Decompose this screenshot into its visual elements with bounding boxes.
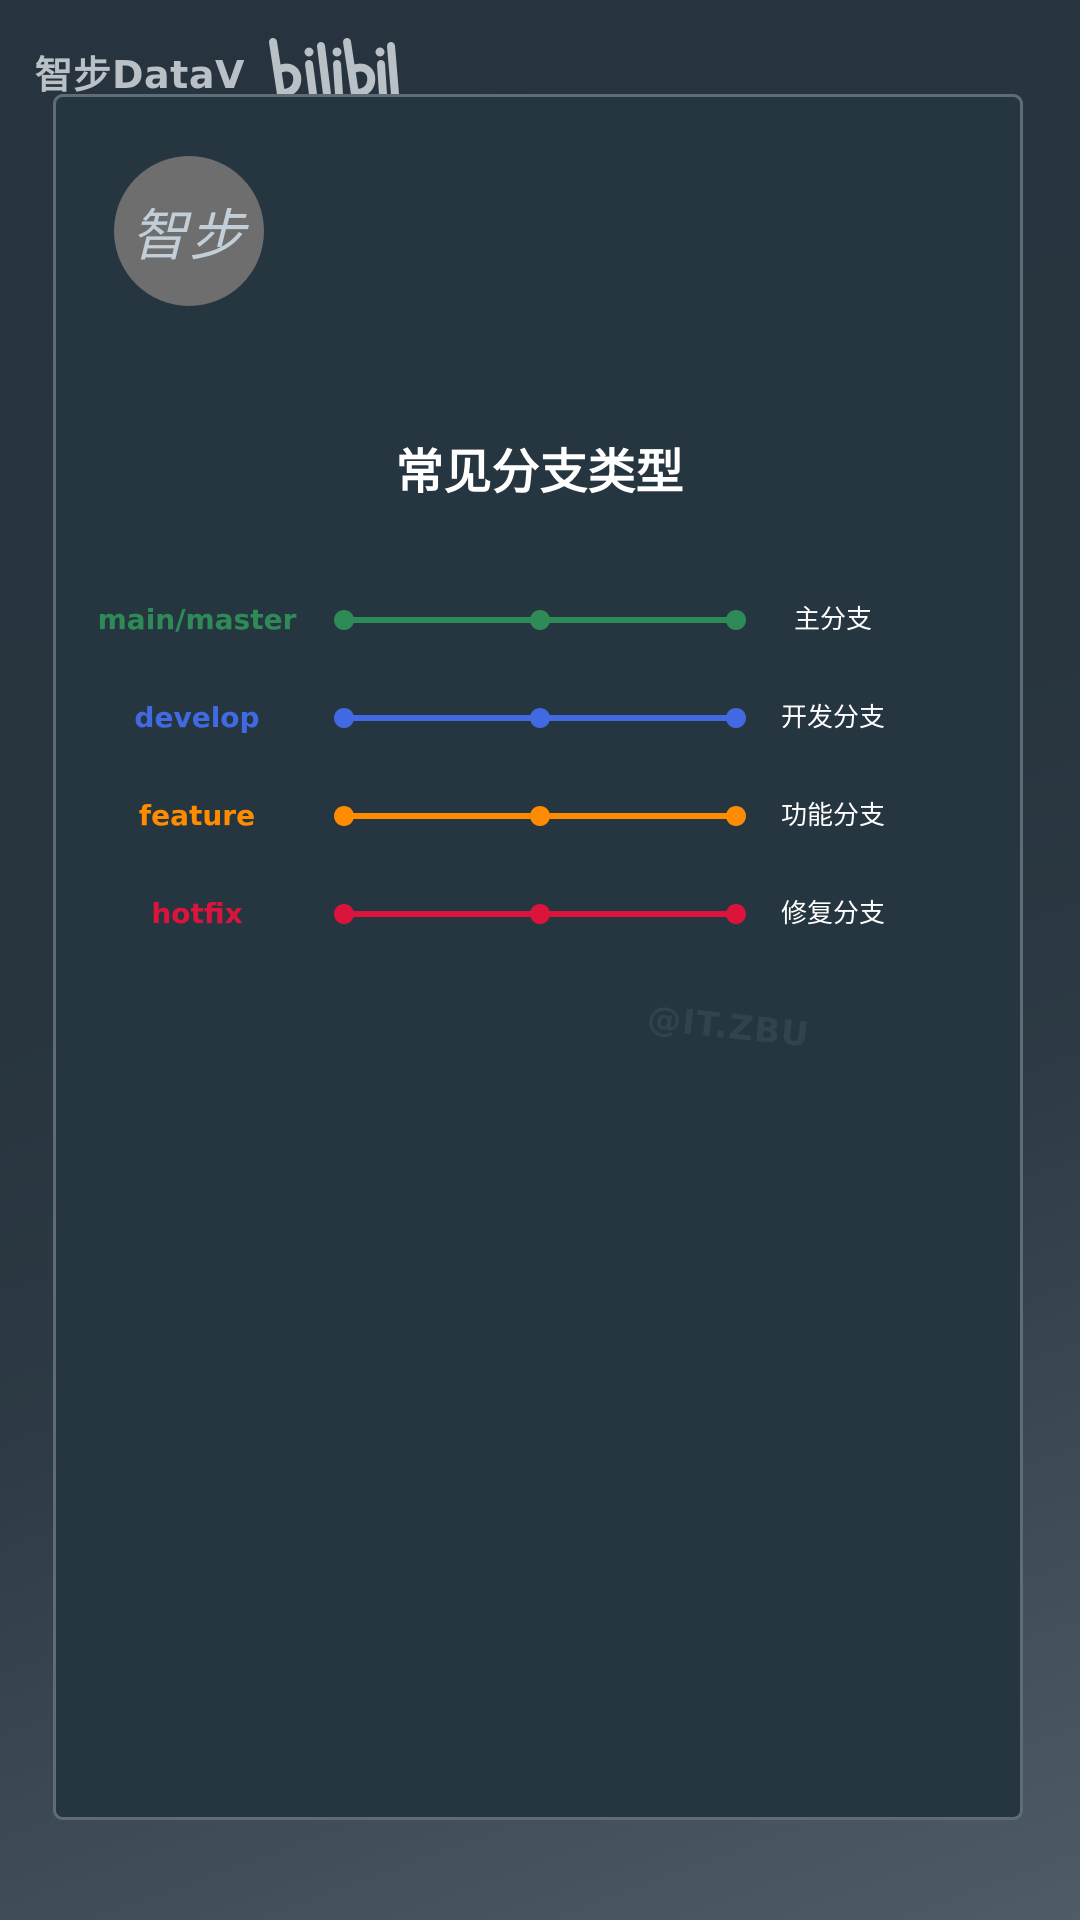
- commit-node: [334, 904, 354, 924]
- content-panel: [53, 94, 1023, 1820]
- branch-name-label: hotfix: [151, 897, 243, 930]
- brand-watermark: 智步DataV: [35, 32, 403, 100]
- diagram-title: 常见分支类型: [395, 444, 684, 500]
- commit-node: [334, 806, 354, 826]
- branch-description: 功能分支: [780, 801, 885, 831]
- commit-node: [726, 904, 746, 924]
- commit-node: [334, 708, 354, 728]
- avatar-text: 智步: [131, 203, 247, 269]
- commit-node: [530, 708, 550, 728]
- bilibili-logo-icon: [268, 38, 399, 98]
- branch-row: feature 功能分支: [0, 786, 1080, 846]
- branch-description: 主分支: [793, 605, 872, 635]
- branch-description: 开发分支: [780, 703, 885, 733]
- commit-node: [726, 610, 746, 630]
- branch-line: [334, 904, 746, 924]
- branch-row: develop 开发分支: [0, 688, 1080, 748]
- commit-node: [726, 708, 746, 728]
- avatar: 智步: [114, 156, 264, 306]
- branch-row: hotfix 修复分支: [0, 884, 1080, 944]
- commit-node: [530, 904, 550, 924]
- branch-name-label: main/master: [97, 603, 297, 636]
- branch-name-label: develop: [134, 701, 260, 734]
- branch-line: [334, 708, 746, 728]
- commit-node: [726, 806, 746, 826]
- branch-name-label: feature: [138, 799, 256, 832]
- branch-line: [334, 610, 746, 630]
- commit-node: [530, 806, 550, 826]
- branch-description: 修复分支: [780, 899, 885, 929]
- commit-node: [334, 610, 354, 630]
- commit-node: [530, 610, 550, 630]
- branch-line: [334, 806, 746, 826]
- branch-row: main/master 主分支: [0, 590, 1080, 650]
